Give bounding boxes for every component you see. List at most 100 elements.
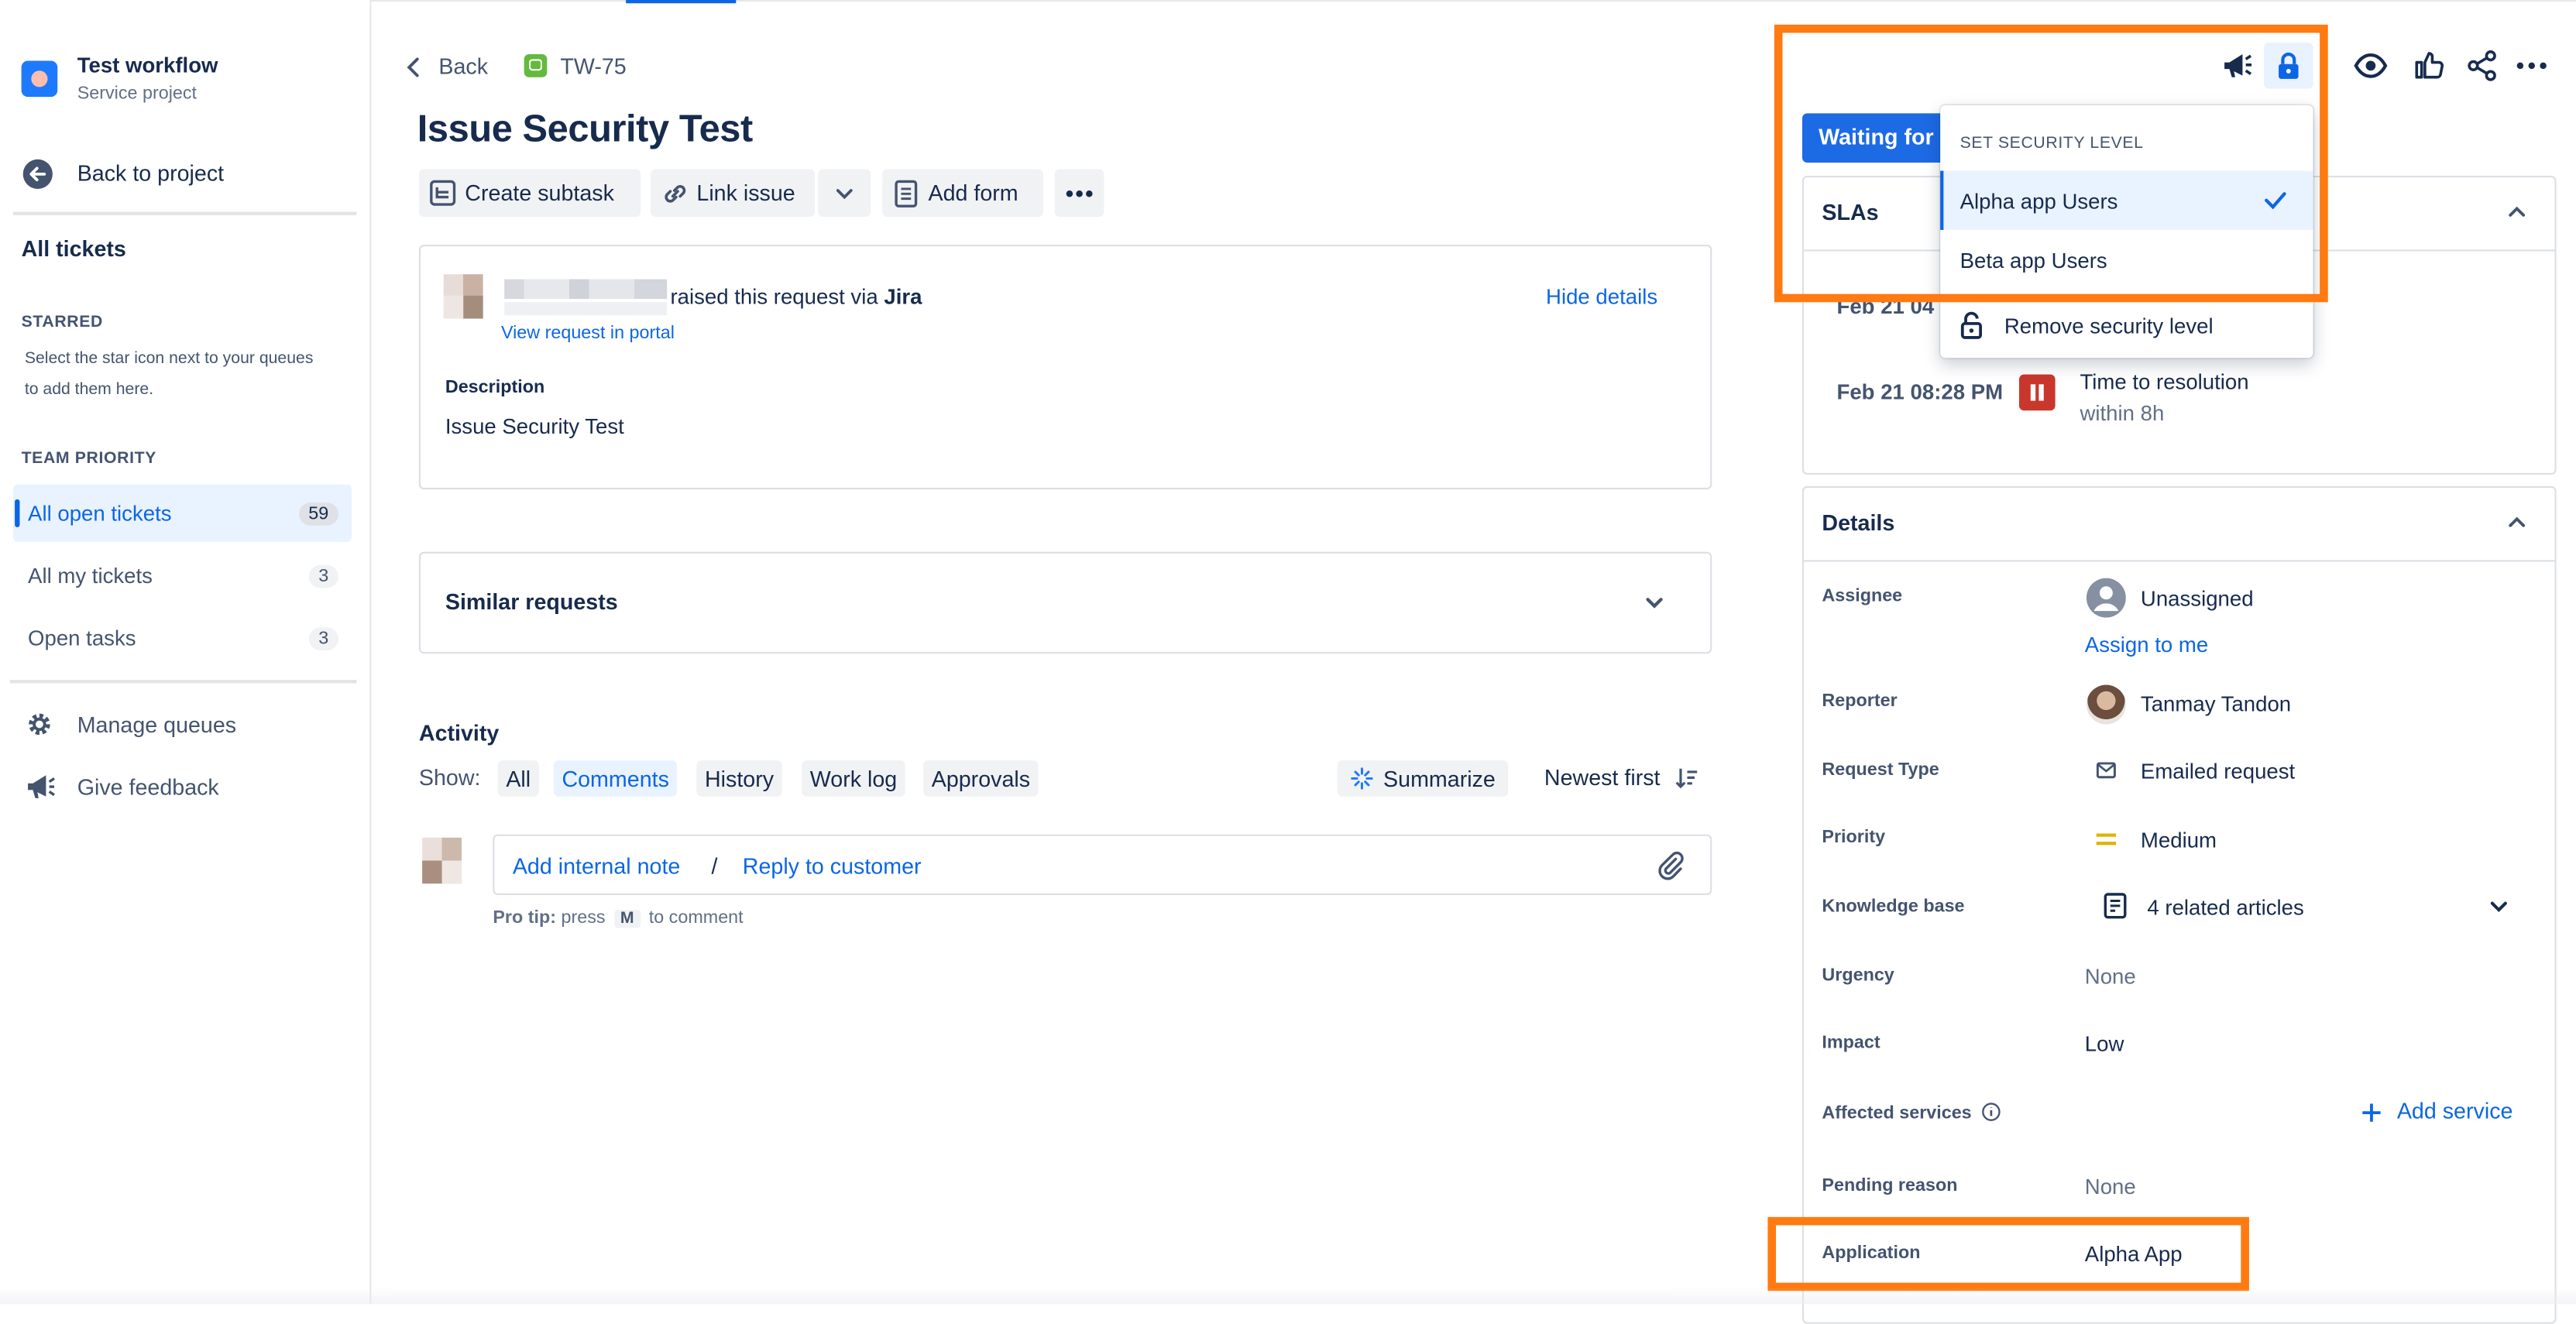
chevron-down-icon (836, 188, 853, 199)
create-subtask-label: Create subtask (465, 180, 614, 206)
tab-comments[interactable]: Comments (553, 760, 678, 797)
queue-label: All open tickets (28, 500, 172, 526)
starred-heading: STARRED (21, 314, 104, 332)
more-icon (1066, 189, 1093, 197)
requester-avatar (443, 274, 483, 319)
manage-queues-link[interactable]: Manage queues (25, 708, 337, 744)
project-avatar-icon (21, 60, 58, 98)
description-text[interactable]: Issue Security Test (445, 414, 624, 439)
issue-key-link[interactable]: TW-75 (560, 54, 626, 79)
affected-services-label: Affected services (1822, 1103, 1972, 1123)
create-subtask-button[interactable]: Create subtask (418, 169, 641, 217)
requester-name-redacted (504, 279, 668, 300)
current-user-avatar (422, 837, 462, 884)
highlight-box-security (1774, 24, 2328, 303)
sparkle-icon (1351, 767, 1373, 790)
impact-value[interactable]: Low (2085, 1031, 2124, 1056)
megaphone-icon (28, 775, 55, 798)
tab-work-log[interactable]: Work log (802, 760, 905, 797)
issue-type-icon (524, 53, 548, 77)
thumbs-up-icon[interactable] (2413, 50, 2444, 81)
add-internal-note-link[interactable]: Add internal note (513, 854, 681, 879)
details-title[interactable]: Details (1822, 511, 1894, 536)
priority-label: Priority (1822, 828, 1886, 848)
form-icon (895, 179, 918, 207)
sidebar: Test workflow Service project Back to pr… (0, 0, 372, 1305)
sidebar-item-all-my-tickets[interactable]: All my tickets 3 (13, 547, 352, 604)
share-icon[interactable] (2466, 50, 2499, 82)
add-service-label: Add service (2396, 1099, 2513, 1123)
comment-editor[interactable]: Add internal note / Reply to customer (493, 834, 1712, 896)
add-service-button[interactable]: Add service (2361, 1097, 2525, 1130)
sla-time: Feb 21 08:28 PM (1836, 379, 2004, 404)
sidebar-item-open-tasks[interactable]: Open tasks 3 (13, 609, 352, 667)
activity-heading: Activity (418, 721, 500, 746)
sla-paused-icon (2018, 374, 2056, 411)
all-tickets-heading[interactable]: All tickets (22, 236, 126, 261)
reporter-label: Reporter (1822, 691, 1898, 712)
issue-title[interactable]: Issue Security Test (417, 107, 753, 151)
project-name[interactable]: Test workflow (77, 53, 218, 77)
chevron-up-icon[interactable] (2507, 514, 2526, 530)
manage-queues-label: Manage queues (77, 712, 237, 738)
priority-value[interactable]: Medium (2141, 828, 2217, 852)
starred-hint-line-2: to add them here. (24, 381, 154, 400)
back-link[interactable]: Back (404, 51, 503, 84)
chevron-down-icon[interactable] (1644, 595, 1664, 611)
watch-eye-icon[interactable] (2353, 51, 2389, 81)
tab-all[interactable]: All (497, 760, 539, 797)
bottom-edge-shadow (0, 1288, 2576, 1305)
attachment-icon[interactable] (1656, 851, 1685, 880)
requester-name-redacted-row (504, 302, 668, 316)
assignee-value[interactable]: Unassigned (2141, 586, 2254, 611)
raised-text: raised this request via (670, 283, 878, 309)
request-type-value[interactable]: Emailed request (2141, 759, 2295, 784)
sidebar-item-all-open-tickets[interactable]: All open tickets 59 (12, 484, 352, 542)
queue-count-badge: 3 (308, 626, 338, 650)
more-actions-button[interactable] (1054, 169, 1104, 217)
chevron-down-icon[interactable] (2489, 898, 2509, 914)
project-type: Service project (77, 84, 197, 104)
info-icon[interactable] (1981, 1102, 2001, 1121)
reporter-value[interactable]: Tanmay Tandon (2141, 691, 2291, 716)
back-to-project-label: Back to project (77, 160, 225, 186)
starred-hint-line-1: Select the star icon next to your queues (24, 349, 314, 369)
add-form-button[interactable]: Add form (882, 169, 1043, 217)
link-issue-dropdown-button[interactable] (818, 169, 871, 217)
urgency-value[interactable]: None (2085, 964, 2136, 989)
give-feedback-link[interactable]: Give feedback (25, 770, 337, 807)
chevron-left-icon (407, 57, 419, 77)
pending-reason-value[interactable]: None (2085, 1175, 2136, 1199)
unlock-icon (1960, 311, 1983, 339)
summarize-button[interactable]: Summarize (1337, 760, 1509, 797)
reporter-avatar[interactable] (2086, 684, 2126, 725)
similar-requests-panel[interactable]: Similar requests (418, 551, 1712, 654)
remove-security-level-label: Remove security level (2004, 313, 2214, 338)
sort-descending-icon (1675, 768, 1698, 789)
back-to-project-link[interactable]: Back to project (22, 156, 350, 193)
similar-requests-label: Similar requests (445, 589, 618, 615)
knowledge-base-value[interactable]: 4 related articles (2147, 895, 2303, 920)
assign-to-me-link[interactable]: Assign to me (2085, 633, 2208, 657)
highlight-box-application (1767, 1216, 2249, 1291)
link-icon (665, 184, 686, 202)
unassigned-avatar-icon (2086, 578, 2126, 618)
more-icon[interactable] (2516, 60, 2548, 70)
view-request-in-portal-link[interactable]: View request in portal (501, 324, 675, 343)
chevron-up-icon[interactable] (2507, 204, 2526, 220)
subtask-icon (430, 180, 456, 206)
tab-history[interactable]: History (696, 760, 782, 797)
hide-details-link[interactable]: Hide details (1546, 284, 1657, 309)
team-priority-heading: TEAM PRIORITY (21, 450, 157, 468)
reply-to-customer-link[interactable]: Reply to customer (743, 854, 922, 879)
pro-tip-rest: to comment (648, 908, 744, 928)
queue-label: All my tickets (28, 563, 153, 588)
tab-approvals[interactable]: Approvals (923, 760, 1039, 797)
pro-tip-press: press (561, 908, 606, 928)
sort-order-button[interactable]: Newest first (1544, 763, 1702, 796)
link-issue-button[interactable]: Link issue (650, 169, 816, 217)
email-icon (2096, 762, 2116, 779)
knowledge-base-label: Knowledge base (1822, 897, 1965, 917)
remove-security-level-option[interactable]: Remove security level (1940, 296, 2313, 355)
request-details-panel: raised this request via Jira View reques… (418, 245, 1712, 490)
